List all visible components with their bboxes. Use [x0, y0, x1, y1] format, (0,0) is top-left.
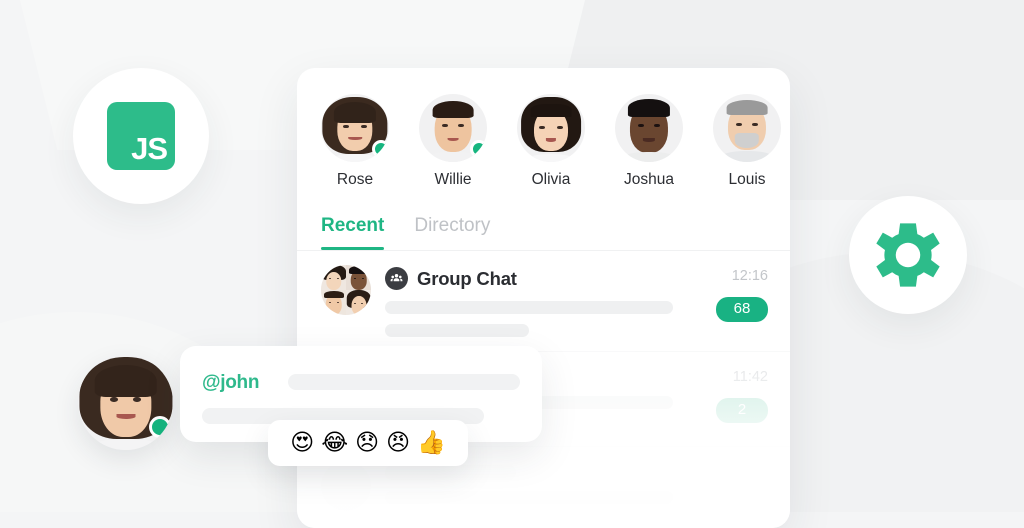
gear-icon [876, 223, 940, 287]
reaction-thumbs-up-icon[interactable]: 👍 [417, 431, 446, 455]
reaction-sad-icon[interactable]: 😞 [355, 431, 379, 455]
avatar-sender[interactable] [78, 355, 173, 450]
story-item-rose[interactable]: Rose [321, 94, 389, 189]
chat-name-placeholder [385, 465, 517, 480]
avatar-olivia [517, 94, 585, 162]
story-name: Willie [434, 171, 472, 188]
contacts-story-row: Rose Willie Olivia Joshua Louis [297, 68, 790, 189]
online-status-dot [372, 140, 389, 158]
chat-timestamp: 11:42 [732, 369, 768, 385]
avatar-placeholder [321, 461, 371, 511]
reaction-joy-icon[interactable]: 😂 [321, 431, 348, 455]
settings-gear-badge[interactable] [849, 196, 967, 314]
message-text-placeholder [288, 374, 520, 390]
online-status-dot [470, 140, 487, 158]
message-preview-placeholder [385, 491, 673, 504]
avatar-group-cluster [321, 265, 371, 315]
chat-timestamp: 12:16 [731, 268, 768, 284]
story-item-willie[interactable]: Willie [419, 94, 487, 189]
avatar-joshua [615, 94, 683, 162]
reaction-heart-eyes-icon[interactable]: 😍 [290, 431, 314, 455]
avatar-rose [321, 94, 389, 162]
online-status-dot [149, 416, 171, 438]
javascript-logo-badge: JS [73, 68, 209, 204]
reaction-angry-icon[interactable]: 😠 [386, 431, 410, 455]
javascript-icon: JS [107, 102, 175, 170]
unread-count-badge: 68 [716, 297, 768, 322]
message-preview-placeholder-2 [385, 324, 529, 337]
chat-tabs: Recent Directory [297, 189, 790, 250]
story-name: Joshua [624, 171, 674, 188]
chat-name: Group Chat [417, 267, 517, 289]
reaction-bar[interactable]: 😍 😂 😞 😠 👍 [268, 420, 468, 466]
story-name: Rose [336, 171, 374, 188]
table-row[interactable]: Group Chat 12:16 68 [297, 251, 790, 351]
tab-recent[interactable]: Recent [321, 215, 385, 250]
mention-label[interactable]: @john [202, 372, 259, 394]
story-item-joshua[interactable]: Joshua [615, 94, 683, 189]
people-glyph [390, 274, 403, 282]
group-people-icon [385, 267, 408, 290]
avatar-louis [713, 94, 781, 162]
tab-directory[interactable]: Directory [414, 215, 490, 250]
story-item-olivia[interactable]: Olivia [517, 94, 585, 189]
story-item-louis[interactable]: Louis [713, 94, 781, 189]
avatar-willie [419, 94, 487, 162]
message-preview-placeholder [385, 301, 673, 314]
story-name: Louis [728, 171, 766, 188]
javascript-logo-label: JS [131, 131, 168, 166]
unread-count-badge: 2 [716, 398, 768, 423]
story-name: Olivia [531, 171, 571, 188]
